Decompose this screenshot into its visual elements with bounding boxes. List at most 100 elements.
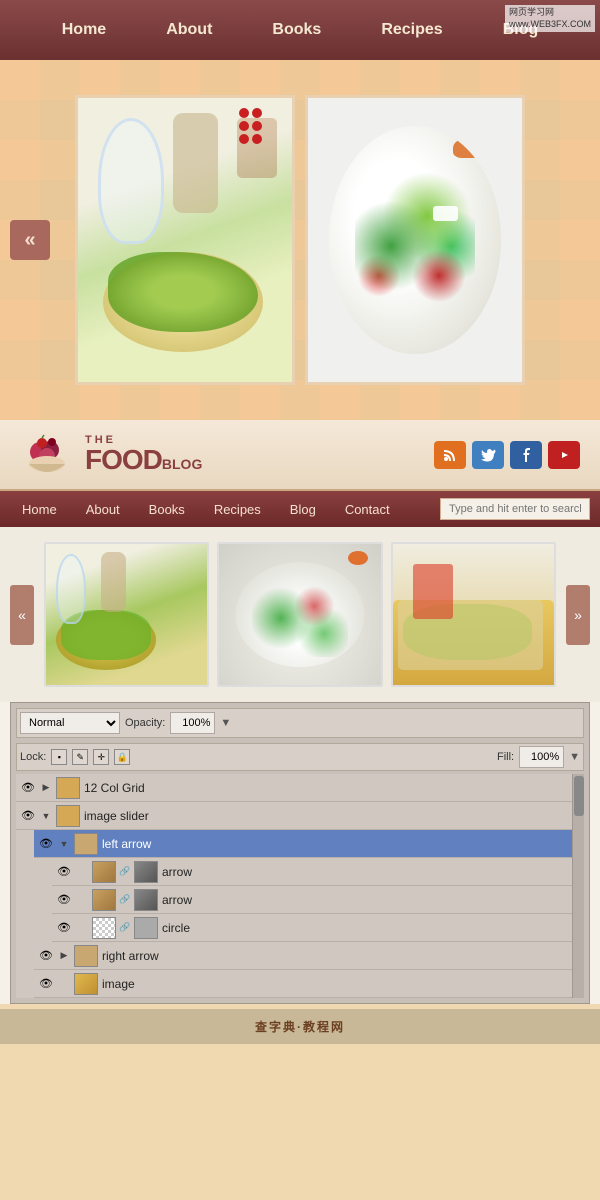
straw-dot (239, 134, 249, 144)
layer-row-12col[interactable]: ▶ 12 Col Grid (16, 774, 572, 802)
footer-text: 查字典·教程网 (255, 1018, 345, 1035)
logo-blog: BLOG (162, 457, 202, 471)
slide-1 (75, 95, 295, 385)
opacity-arrow[interactable]: ▼ (220, 717, 231, 729)
lock-all-icon[interactable]: 🔒 (114, 749, 130, 765)
eye-image[interactable] (38, 976, 54, 992)
link-icon-3: 🔗 (120, 922, 130, 933)
slides-row (20, 95, 580, 385)
top-section: Home About Books Recipes Blog 网页学习网 www.… (0, 0, 600, 420)
layer-name-right-arrow: right arrow (102, 949, 568, 963)
lock-move-icon[interactable]: ✛ (93, 749, 109, 765)
fill-input[interactable] (519, 746, 564, 768)
layer-name-left-arrow: left arrow (102, 837, 568, 851)
layer-name-12col: 12 Col Grid (84, 781, 568, 795)
expand-image-slider[interactable]: ▼ (40, 810, 52, 822)
layer-row-image-slider[interactable]: ▼ image slider (16, 802, 572, 830)
layers-toolbar: Normal Opacity: ▼ (16, 708, 584, 738)
scrollbar-thumb[interactable] (574, 776, 584, 816)
food-image-2 (308, 98, 522, 382)
thumb-arrow-2a (92, 889, 116, 911)
layer-row-image[interactable]: image (34, 970, 572, 998)
thumb-image-a (74, 973, 98, 995)
site-nav-recipes[interactable]: Recipes (202, 494, 273, 525)
layers-list-container: ▶ 12 Col Grid ▼ image slider ▼ left arr (16, 774, 584, 998)
nav-home[interactable]: Home (62, 21, 106, 39)
carrot (453, 138, 483, 158)
logo-bowl (20, 432, 75, 477)
layer-row-circle[interactable]: 🔗 circle (52, 914, 572, 942)
layer-list: ▶ 12 Col Grid ▼ image slider ▼ left arr (16, 774, 572, 998)
thumb-slider: « (0, 527, 600, 702)
thumb-3[interactable] (391, 542, 556, 687)
straw-dot (252, 108, 262, 118)
eye-circle[interactable] (56, 920, 72, 936)
rss-button[interactable] (434, 441, 466, 469)
layer-row-right-arrow[interactable]: ▶ right arrow (34, 942, 572, 970)
layer-row-arrow-1[interactable]: 🔗 arrow (52, 858, 572, 886)
thumb-food-2 (219, 544, 380, 685)
lock-label: Lock: (20, 751, 46, 763)
layers-lock-row: Lock: ▪ ✎ ✛ 🔒 Fill: ▼ (16, 743, 584, 771)
opacity-label: Opacity: (125, 717, 165, 729)
opacity-input[interactable] (170, 712, 215, 734)
site-nav-about[interactable]: About (74, 494, 132, 525)
plate-2 (329, 126, 500, 353)
eye-right-arrow[interactable] (38, 948, 54, 964)
straw-items (239, 108, 274, 144)
thumb-circle-b (134, 917, 158, 939)
thumb-left-arrow[interactable]: « (10, 585, 34, 645)
fill-label: Fill: (497, 751, 514, 763)
thumbs-row (44, 542, 556, 687)
thumb-right-arrow[interactable]: » (566, 585, 590, 645)
thumb-2[interactable] (217, 542, 382, 687)
eye-arrow-2[interactable] (56, 892, 72, 908)
blend-mode-select[interactable]: Normal (20, 712, 120, 734)
nav-books[interactable]: Books (272, 21, 321, 39)
expand-left-arrow[interactable]: ▼ (58, 838, 70, 850)
bottom-section: THE FOOD BLOG (0, 420, 600, 1004)
site-nav-books[interactable]: Books (137, 494, 197, 525)
food-image-1 (78, 98, 292, 382)
search-input[interactable] (440, 498, 590, 520)
facebook-button[interactable] (510, 441, 542, 469)
site-nav-home[interactable]: Home (10, 494, 69, 525)
thumb-1[interactable] (44, 542, 209, 687)
site-nav-blog[interactable]: Blog (278, 494, 328, 525)
straw-dot (239, 121, 249, 131)
thumb-right-arrow (74, 945, 98, 967)
logo-food: FOOD (85, 446, 162, 474)
salad-content-2 (355, 172, 475, 320)
layers-scrollbar[interactable] (572, 774, 584, 998)
youtube-button[interactable] (548, 441, 580, 469)
thumb-arrow-1b (134, 861, 158, 883)
nav-recipes[interactable]: Recipes (381, 21, 442, 39)
logo-area: THE FOOD BLOG (20, 432, 202, 477)
thumb-food-3 (393, 544, 554, 685)
expand-right-arrow[interactable]: ▶ (58, 950, 70, 962)
website-header: THE FOOD BLOG (0, 420, 600, 491)
eye-12col[interactable] (20, 780, 36, 796)
fill-arrow[interactable]: ▼ (569, 751, 580, 763)
thumb-food-1 (46, 544, 207, 685)
image-slider-area (0, 60, 600, 420)
layers-panel: Normal Opacity: ▼ Lock: ▪ ✎ ✛ 🔒 Fill: ▼ … (10, 702, 590, 1004)
expand-12col[interactable]: ▶ (40, 782, 52, 794)
eye-image-slider[interactable] (20, 808, 36, 824)
layer-name-image: image (102, 977, 568, 991)
lock-pixels-icon[interactable]: ▪ (51, 749, 67, 765)
footer: 查字典·教程网 (0, 1009, 600, 1044)
straw-dot (252, 134, 262, 144)
nav-about[interactable]: About (166, 21, 212, 39)
slider-left-arrow[interactable] (10, 220, 50, 260)
twitter-button[interactable] (472, 441, 504, 469)
link-icon-1: 🔗 (120, 866, 130, 877)
eye-arrow-1[interactable] (56, 864, 72, 880)
site-nav-contact[interactable]: Contact (333, 494, 402, 525)
layer-row-left-arrow[interactable]: ▼ left arrow (34, 830, 572, 858)
eye-left-arrow[interactable] (38, 836, 54, 852)
layer-row-arrow-2[interactable]: 🔗 arrow (52, 886, 572, 914)
thumb-arrow-1a (92, 861, 116, 883)
lock-position-icon[interactable]: ✎ (72, 749, 88, 765)
layer-name-circle: circle (162, 921, 568, 935)
